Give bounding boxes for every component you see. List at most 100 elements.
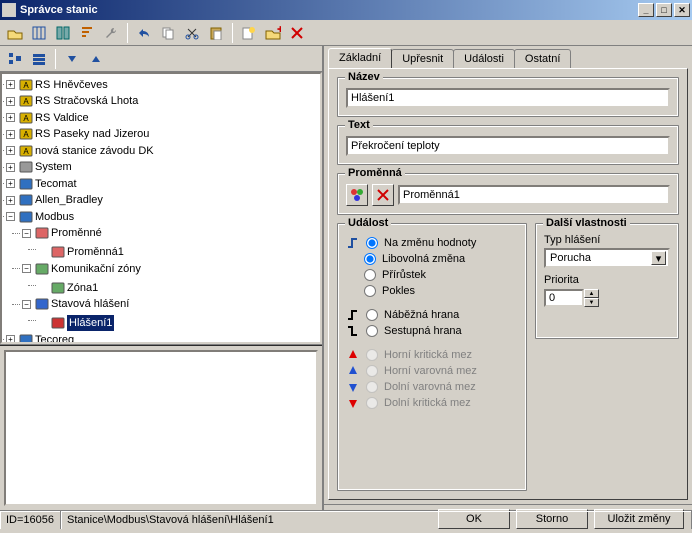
pick-variable-icon[interactable]: [346, 184, 368, 206]
tree-node[interactable]: − Komunikační zóny: [22, 261, 141, 277]
tree-node[interactable]: + A RS Hněvčeves: [6, 77, 108, 93]
open-icon[interactable]: [4, 22, 26, 44]
collapse-icon[interactable]: −: [22, 300, 31, 309]
folder-plus-icon[interactable]: ✚: [262, 22, 284, 44]
node-icon: [35, 226, 49, 240]
node-label[interactable]: RS Hněvčeves: [35, 77, 108, 93]
tree-icon[interactable]: [4, 48, 26, 70]
expand-icon[interactable]: +: [6, 179, 15, 188]
promenna-input[interactable]: [398, 185, 670, 205]
priorita-input[interactable]: [544, 289, 584, 307]
node-label[interactable]: Tecomat: [35, 176, 77, 192]
tree-node[interactable]: + Tecomat: [6, 176, 77, 192]
text-input[interactable]: [346, 136, 670, 156]
tree-node[interactable]: + Tecoreg: [6, 332, 74, 345]
svg-text:A: A: [23, 130, 29, 139]
collapse-icon[interactable]: −: [22, 264, 31, 273]
expand-icon[interactable]: +: [6, 97, 15, 106]
svg-text:A: A: [23, 81, 29, 90]
tree-node[interactable]: − Modbus: [6, 209, 74, 225]
tree-node[interactable]: Hlášení1: [38, 315, 114, 331]
grid-icon[interactable]: [28, 22, 50, 44]
down-icon[interactable]: [61, 48, 83, 70]
node-label[interactable]: Proměnné: [51, 225, 102, 241]
delete-icon[interactable]: [286, 22, 308, 44]
nazev-input[interactable]: [346, 88, 670, 108]
clear-variable-icon[interactable]: [372, 184, 394, 206]
radio-horni-var: [366, 365, 378, 377]
sort-icon[interactable]: [76, 22, 98, 44]
tree-node[interactable]: Proměnná1: [38, 244, 124, 260]
node-label[interactable]: System: [35, 159, 72, 175]
node-icon: A: [19, 94, 33, 108]
node-label[interactable]: RS Stračovská Lhota: [35, 93, 138, 109]
label-pokles: Pokles: [382, 285, 415, 297]
node-icon: A: [19, 144, 33, 158]
undo-icon[interactable]: [133, 22, 155, 44]
tab-ostatni[interactable]: Ostatní: [514, 49, 571, 69]
detail-panel: [0, 344, 322, 510]
node-label[interactable]: Stavová hlášení: [51, 296, 129, 312]
spin-down-icon[interactable]: ▼: [584, 298, 599, 307]
node-icon: [19, 177, 33, 191]
radio-prirustek[interactable]: [364, 269, 376, 281]
expand-icon[interactable]: +: [6, 196, 15, 205]
radio-libovolna[interactable]: [364, 253, 376, 265]
collapse-icon[interactable]: −: [6, 212, 15, 221]
expand-icon[interactable]: +: [6, 80, 15, 89]
tree-node[interactable]: + A RS Paseky nad Jizerou: [6, 126, 149, 142]
node-icon: A: [19, 111, 33, 125]
node-label[interactable]: RS Valdice: [35, 110, 89, 126]
radio-na-zmenu[interactable]: [366, 237, 378, 249]
collapse-icon[interactable]: −: [22, 229, 31, 238]
expand-icon[interactable]: +: [6, 146, 15, 155]
tree-node[interactable]: + System: [6, 159, 72, 175]
tree-node[interactable]: + Anová stanice závodu DK: [6, 143, 154, 159]
copy-icon[interactable]: [157, 22, 179, 44]
node-label[interactable]: Hlášení1: [67, 315, 114, 331]
expand-icon[interactable]: +: [6, 113, 15, 122]
expand-icon[interactable]: +: [6, 130, 15, 139]
typ-select[interactable]: Porucha ▾: [544, 248, 670, 268]
group-nazev: Název: [345, 71, 383, 83]
up-icon[interactable]: [85, 48, 107, 70]
tree-node[interactable]: + ARS Stračovská Lhota: [6, 93, 138, 109]
maximize-button[interactable]: □: [656, 3, 672, 17]
expand-icon[interactable]: +: [6, 163, 15, 172]
node-label[interactable]: nová stanice závodu DK: [35, 143, 154, 159]
columns-icon[interactable]: [52, 22, 74, 44]
tree-node[interactable]: + ARS Valdice: [6, 110, 89, 126]
expand-icon[interactable]: +: [6, 335, 15, 344]
node-label[interactable]: Zóna1: [67, 280, 98, 296]
node-label[interactable]: Proměnná1: [67, 244, 124, 260]
node-label[interactable]: Modbus: [35, 209, 74, 225]
step-icon: [346, 237, 360, 249]
wrench-icon[interactable]: [100, 22, 122, 44]
node-label[interactable]: Komunikační zóny: [51, 261, 141, 277]
spin-up-icon[interactable]: ▲: [584, 289, 599, 298]
node-label[interactable]: Tecoreg: [35, 332, 74, 345]
tab-udalosti[interactable]: Události: [453, 49, 515, 69]
rows-icon[interactable]: [28, 48, 50, 70]
upper-crit-icon: [346, 349, 360, 361]
radio-sestupna[interactable]: [366, 325, 378, 337]
node-label[interactable]: RS Paseky nad Jizerou: [35, 126, 149, 142]
tab-upresnit[interactable]: Upřesnit: [391, 49, 454, 69]
tree-node[interactable]: Zóna1: [38, 280, 98, 296]
close-button[interactable]: ✕: [674, 3, 690, 17]
tree-node[interactable]: − Proměnné: [22, 225, 102, 241]
paste-icon[interactable]: [205, 22, 227, 44]
node-label[interactable]: Allen_Bradley: [35, 192, 103, 208]
status-id: ID=16056: [0, 511, 61, 529]
chevron-down-icon[interactable]: ▾: [651, 251, 666, 265]
tree-node[interactable]: − Stavová hlášení: [22, 296, 129, 312]
radio-pokles[interactable]: [364, 285, 376, 297]
cut-icon[interactable]: [181, 22, 203, 44]
tab-zakladni[interactable]: Základní: [328, 48, 392, 68]
tree-view[interactable]: +ARS Hněvčeves+ARS Stračovská Lhota+ARS …: [0, 72, 322, 344]
radio-nabezna[interactable]: [366, 309, 378, 321]
minimize-button[interactable]: _: [638, 3, 654, 17]
tree-node[interactable]: + Allen_Bradley: [6, 192, 103, 208]
new-badge-icon[interactable]: [238, 22, 260, 44]
group-dalsi: Další vlastnosti: [543, 217, 630, 229]
